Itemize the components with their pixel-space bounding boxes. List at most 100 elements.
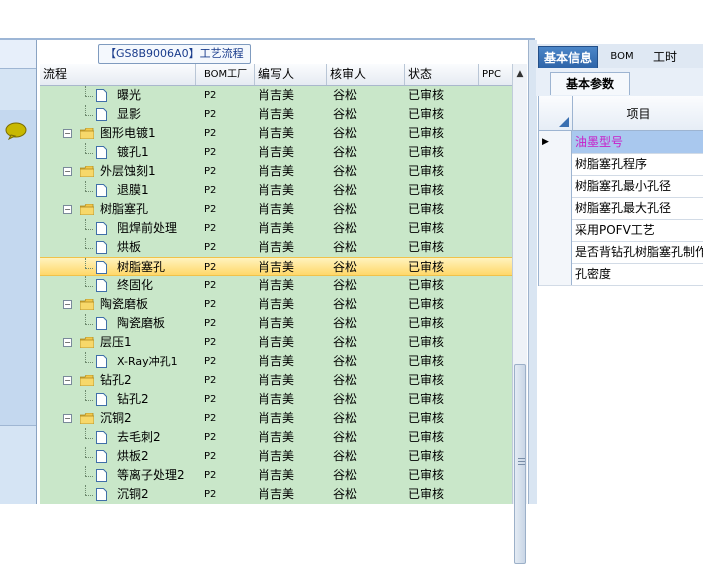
table-row[interactable]: − 沉铜2 P2 肖吉美 谷松 已审核 — [40, 409, 512, 428]
table-row[interactable]: − 外层蚀刻1 P2 肖吉美 谷松 已审核 — [40, 162, 512, 181]
table-row[interactable]: − 树脂塞孔 P2 肖吉美 谷松 已审核 — [40, 200, 512, 219]
table-row[interactable]: 镀孔1 P2 肖吉美 谷松 已审核 — [40, 143, 512, 162]
tree-item-label: 树脂塞孔 — [100, 202, 149, 216]
author-cell: 肖吉美 — [258, 335, 295, 349]
author-cell: 肖吉美 — [258, 411, 295, 425]
reviewer-cell: 谷松 — [333, 278, 358, 292]
reviewer-cell: 谷松 — [333, 126, 358, 140]
tree-item-label: 等离子处理2 — [117, 468, 185, 482]
tree-line — [85, 229, 93, 230]
author-cell: 肖吉美 — [258, 107, 295, 121]
tab-work-hours[interactable]: 工时 — [644, 46, 686, 68]
table-row[interactable]: − 层压1 P2 肖吉美 谷松 已审核 — [40, 333, 512, 352]
col-header-ppc[interactable]: PPC — [479, 64, 512, 85]
status-cell: 已审核 — [408, 449, 445, 463]
tree-line — [85, 258, 86, 268]
table-row[interactable]: X-Ray冲孔1 P2 肖吉美 谷松 已审核 — [40, 352, 512, 371]
bom-factory-cell: P2 — [204, 299, 217, 310]
author-cell: 肖吉美 — [258, 260, 295, 274]
reviewer-cell: 谷松 — [333, 449, 358, 463]
table-row[interactable]: 退膜1 P2 肖吉美 谷松 已审核 — [40, 181, 512, 200]
reviewer-cell: 谷松 — [333, 145, 358, 159]
reviewer-cell: 谷松 — [333, 297, 358, 311]
tree-item-label: 钻孔2 — [117, 392, 149, 406]
params-grid[interactable]: 项目 ▶ 油墨型号 树脂塞孔程序 树脂塞孔最小孔径 树脂塞孔最大孔径采用POFV工艺是否… — [538, 96, 703, 286]
collapse-toggle-icon[interactable]: − — [63, 167, 72, 176]
grip-line — [518, 458, 525, 459]
row-indicator[interactable] — [539, 219, 572, 241]
collapse-toggle-icon[interactable]: − — [63, 414, 72, 423]
param-row[interactable]: 树脂塞孔程序 — [539, 153, 703, 176]
collapse-toggle-icon[interactable]: − — [63, 338, 72, 347]
table-row[interactable]: 终固化 P2 肖吉美 谷松 已审核 — [40, 276, 512, 295]
table-row[interactable]: 显影 P2 肖吉美 谷松 已审核 — [40, 105, 512, 124]
param-row[interactable]: 树脂塞孔最大孔径 — [539, 197, 703, 220]
reviewer-cell: 谷松 — [333, 411, 358, 425]
col-header-bom-factory[interactable]: BOM工厂 — [201, 64, 255, 85]
tree-item-label: 沉铜2 — [100, 411, 132, 425]
table-row[interactable]: 树脂塞孔 P2 肖吉美 谷松 已审核 — [40, 257, 512, 276]
bom-factory-cell: P2 — [204, 356, 217, 367]
row-indicator[interactable] — [539, 263, 572, 285]
collapse-toggle-icon[interactable]: − — [63, 300, 72, 309]
author-cell: 肖吉美 — [258, 278, 295, 292]
table-row[interactable]: 钻孔2 P2 肖吉美 谷松 已审核 — [40, 390, 512, 409]
collapse-toggle-icon[interactable]: − — [63, 205, 72, 214]
bom-factory-cell: P2 — [204, 337, 217, 348]
row-indicator[interactable] — [539, 153, 572, 175]
reviewer-cell: 谷松 — [333, 373, 358, 387]
table-row[interactable]: 等离子处理2 P2 肖吉美 谷松 已审核 — [40, 466, 512, 485]
status-cell: 已审核 — [408, 430, 445, 444]
speech-bubble-icon[interactable] — [4, 122, 28, 140]
param-row[interactable]: 是否背钻孔树脂塞孔制作 — [539, 241, 703, 264]
param-row[interactable]: ▶ 油墨型号 — [539, 131, 703, 154]
collapse-toggle-icon[interactable]: − — [63, 129, 72, 138]
param-row[interactable]: 孔密度 — [539, 263, 703, 286]
param-row[interactable]: 采用POFV工艺 — [539, 219, 703, 242]
tab-basic-params[interactable]: 基本参数 — [550, 72, 630, 95]
scroll-up-arrow-icon[interactable]: ▲ — [513, 64, 527, 84]
table-row[interactable]: 沉铜2 P2 肖吉美 谷松 已审核 — [40, 485, 512, 504]
author-cell: 肖吉美 — [258, 468, 295, 482]
table-row[interactable]: 烘板2 P2 肖吉美 谷松 已审核 — [40, 447, 512, 466]
tree-item-label: 树脂塞孔 — [117, 260, 166, 274]
panel-splitter[interactable] — [528, 40, 537, 504]
param-label: 采用POFV工艺 — [575, 223, 655, 237]
col-header-status[interactable]: 状态 — [405, 64, 479, 85]
tab-basic-info[interactable]: 基本信息 — [538, 46, 598, 68]
reviewer-cell: 谷松 — [333, 468, 358, 482]
col-header-process[interactable]: 流程 — [40, 64, 196, 85]
corner-triangle-icon — [559, 117, 569, 127]
table-row[interactable]: − 陶瓷磨板 P2 肖吉美 谷松 已审核 — [40, 295, 512, 314]
tree-item-label: 去毛刺2 — [117, 430, 161, 444]
row-indicator[interactable] — [539, 175, 572, 197]
status-cell: 已审核 — [408, 145, 445, 159]
col-header-item[interactable]: 项目 — [573, 96, 703, 130]
table-row[interactable]: 陶瓷磨板 P2 肖吉美 谷松 已审核 — [40, 314, 512, 333]
tree-line — [85, 191, 93, 192]
row-indicator[interactable] — [539, 241, 572, 263]
process-tree-grid[interactable]: 流程 BOM工厂 编写人 核审人 状态 PPC 曝光 P2 肖吉美 谷松 已审核 显影 P2… — [40, 64, 512, 504]
reviewer-cell: 谷松 — [333, 164, 358, 178]
table-row[interactable]: 烘板 P2 肖吉美 谷松 已审核 — [40, 238, 512, 257]
right-panel-tabs: 基本信息 BOM 工时 — [536, 44, 703, 69]
vertical-scrollbar[interactable]: ▲ — [512, 64, 527, 564]
param-row[interactable]: 树脂塞孔最小孔径 — [539, 175, 703, 198]
document-icon — [96, 241, 107, 254]
table-row[interactable]: 去毛刺2 P2 肖吉美 谷松 已审核 — [40, 428, 512, 447]
row-indicator[interactable] — [539, 197, 572, 219]
reviewer-cell: 谷松 — [333, 354, 358, 368]
current-row-arrow-icon[interactable]: ▶ — [539, 131, 572, 153]
table-row[interactable]: − 钻孔2 P2 肖吉美 谷松 已审核 — [40, 371, 512, 390]
scrollbar-thumb[interactable] — [514, 364, 526, 564]
table-row[interactable]: − 图形电镀1 P2 肖吉美 谷松 已审核 — [40, 124, 512, 143]
col-header-reviewer[interactable]: 核审人 — [327, 64, 405, 85]
tree-line — [85, 352, 86, 362]
collapse-toggle-icon[interactable]: − — [63, 376, 72, 385]
col-header-author[interactable]: 编写人 — [255, 64, 327, 85]
tab-bom[interactable]: BOM — [602, 46, 642, 68]
status-cell: 已审核 — [408, 183, 445, 197]
table-row[interactable]: 阻焊前处理 P2 肖吉美 谷松 已审核 — [40, 219, 512, 238]
table-row[interactable]: 曝光 P2 肖吉美 谷松 已审核 — [40, 86, 512, 105]
tree-item-label: 终固化 — [117, 278, 154, 292]
